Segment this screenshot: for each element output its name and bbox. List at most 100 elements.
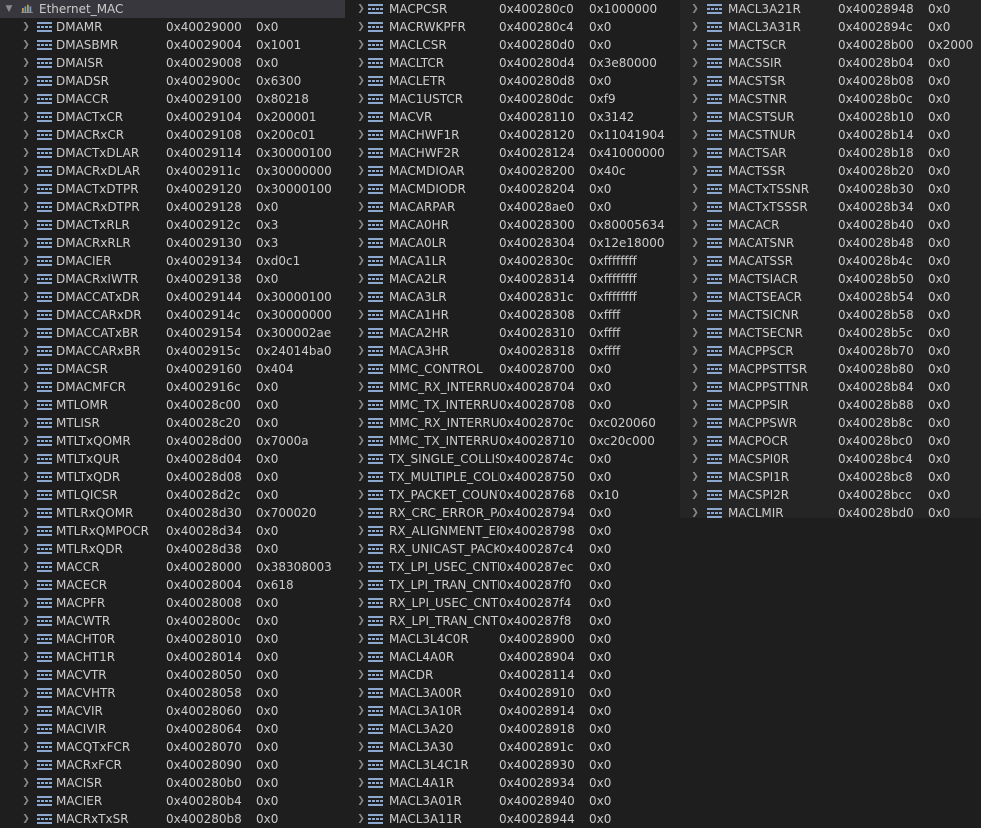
chevron-right-icon[interactable]: ❯ [356,162,366,180]
chevron-right-icon[interactable]: ❯ [356,36,366,54]
chevron-right-icon[interactable]: ❯ [356,738,366,756]
register-row[interactable]: ❯ DMACSR 0x40029160 0x404 [0,360,345,378]
chevron-right-icon[interactable]: ❯ [690,36,700,54]
chevron-right-icon[interactable]: ❯ [690,252,700,270]
chevron-right-icon[interactable]: ❯ [21,288,31,306]
chevron-right-icon[interactable]: ❯ [21,540,31,558]
chevron-right-icon[interactable]: ❯ [690,288,700,306]
chevron-right-icon[interactable]: ❯ [356,702,366,720]
register-row[interactable]: ❯ DMACRxCR 0x40029108 0x200c01 [0,126,345,144]
chevron-right-icon[interactable]: ❯ [356,810,366,828]
chevron-right-icon[interactable]: ❯ [356,432,366,450]
register-row[interactable]: ❯ MACLMIR 0x40028bd0 0x0 [680,504,981,522]
register-row[interactable]: ❯ MACTxTSSSR 0x40028b34 0x0 [680,198,981,216]
register-row[interactable]: ❯ MACSTNUR 0x40028b14 0x0 [680,126,981,144]
chevron-right-icon[interactable]: ❯ [21,684,31,702]
register-row[interactable]: ❯ MACPOCR 0x40028bc0 0x0 [680,432,981,450]
register-row[interactable]: ❯ DMACRxDLAR 0x4002911c 0x30000000 [0,162,345,180]
register-row[interactable]: ❯ MACPFR 0x40028008 0x0 [0,594,345,612]
chevron-right-icon[interactable]: ❯ [356,720,366,738]
register-row[interactable]: ❯ MACVHTR 0x40028058 0x0 [0,684,345,702]
register-row[interactable]: ❯ TX_LPI_TRAN_CNTR 0x400287f0 0x0 [345,576,680,594]
register-row[interactable]: ❯ MACSTSUR 0x40028b10 0x0 [680,108,981,126]
chevron-right-icon[interactable]: ❯ [690,324,700,342]
register-row[interactable]: ❯ MACL3A31R 0x4002894c 0x0 [680,18,981,36]
register-row[interactable]: ❯ MTLQICSR 0x40028d2c 0x0 [0,486,345,504]
register-row[interactable]: ❯ MACA0HR 0x40028300 0x80005634 [345,216,680,234]
chevron-right-icon[interactable]: ❯ [21,792,31,810]
chevron-right-icon[interactable]: ❯ [356,522,366,540]
register-row[interactable]: ❯ TX_SINGLE_COLLISI 0x4002874c 0x0 [345,450,680,468]
register-row[interactable]: ❯ DMACRxRLR 0x40029130 0x3 [0,234,345,252]
chevron-right-icon[interactable]: ❯ [21,612,31,630]
register-row[interactable]: ❯ MACRWKPFR 0x400280c4 0x0 [345,18,680,36]
register-row[interactable]: ❯ RX_ALIGNMENT_ERI 0x40028798 0x0 [345,522,680,540]
chevron-right-icon[interactable]: ❯ [21,198,31,216]
register-row[interactable]: ❯ MACL3A21R 0x40028948 0x0 [680,0,981,18]
chevron-right-icon[interactable]: ❯ [690,360,700,378]
register-row[interactable]: ❯ DMACCARxBR 0x4002915c 0x24014ba0 [0,342,345,360]
register-row[interactable]: ❯ RX_LPI_TRAN_CNTR 0x400287f8 0x0 [345,612,680,630]
register-row[interactable]: ❯ RX_CRC_ERROR_PAC0x40028794 0x0 [345,504,680,522]
register-row[interactable]: ❯ MACTSAR 0x40028b18 0x0 [680,144,981,162]
register-row[interactable]: ❯ DMACTxDTPR 0x40029120 0x30000100 [0,180,345,198]
register-row[interactable]: ❯ MACA3HR 0x40028318 0xffff [345,342,680,360]
register-row[interactable]: ❯ MACPPSIR 0x40028b88 0x0 [680,396,981,414]
chevron-right-icon[interactable]: ❯ [21,594,31,612]
chevron-right-icon[interactable]: ❯ [356,684,366,702]
chevron-right-icon[interactable]: ❯ [356,396,366,414]
register-row[interactable]: ❯ MACA2LR 0x40028314 0xffffffff [345,270,680,288]
chevron-right-icon[interactable]: ❯ [21,342,31,360]
register-row[interactable]: ❯ MACHWF1R 0x40028120 0x11041904 [345,126,680,144]
chevron-right-icon[interactable]: ❯ [690,342,700,360]
register-row[interactable]: ❯ MACTSSR 0x40028b20 0x0 [680,162,981,180]
register-row[interactable]: ❯ MACVIR 0x40028060 0x0 [0,702,345,720]
chevron-right-icon[interactable]: ❯ [356,594,366,612]
register-row[interactable]: ❯ MACPPSCR 0x40028b70 0x0 [680,342,981,360]
register-row[interactable]: ❯ MACVTR 0x40028050 0x0 [0,666,345,684]
chevron-right-icon[interactable]: ❯ [356,108,366,126]
register-row[interactable]: ❯ MACDR 0x40028114 0x0 [345,666,680,684]
register-row[interactable]: ❯ RX_UNICAST_PACKE 0x400287c4 0x0 [345,540,680,558]
chevron-right-icon[interactable]: ❯ [21,396,31,414]
register-row[interactable]: ❯ MACSTSR 0x40028b08 0x0 [680,72,981,90]
register-row[interactable]: ❯ MTLRxQDR 0x40028d38 0x0 [0,540,345,558]
register-row[interactable]: ❯ MACHT1R 0x40028014 0x0 [0,648,345,666]
register-row[interactable]: ❯ MACA2HR 0x40028310 0xffff [345,324,680,342]
chevron-right-icon[interactable]: ❯ [21,126,31,144]
chevron-right-icon[interactable]: ❯ [690,144,700,162]
chevron-right-icon[interactable]: ❯ [356,216,366,234]
register-row[interactable]: ❯ MACSPI0R 0x40028bc4 0x0 [680,450,981,468]
chevron-right-icon[interactable]: ❯ [21,486,31,504]
chevron-right-icon[interactable]: ❯ [356,288,366,306]
register-row[interactable]: ❯ MTLTxQDR 0x40028d08 0x0 [0,468,345,486]
register-row[interactable]: ❯ MACL3A10R 0x40028914 0x0 [345,702,680,720]
chevron-right-icon[interactable]: ❯ [21,432,31,450]
register-row[interactable]: ❯ MACATSNR 0x40028b48 0x0 [680,234,981,252]
chevron-right-icon[interactable]: ❯ [21,18,31,36]
register-row[interactable]: ❯ MMC_RX_INTERRUP 0x40028704 0x0 [345,378,680,396]
chevron-right-icon[interactable]: ❯ [356,360,366,378]
register-row[interactable]: ❯ MMC_CONTROL 0x40028700 0x0 [345,360,680,378]
chevron-right-icon[interactable]: ❯ [690,126,700,144]
chevron-right-icon[interactable]: ❯ [21,378,31,396]
register-row[interactable]: ❯ DMACTxCR 0x40029104 0x200001 [0,108,345,126]
register-row[interactable]: ❯ DMACTxDLAR 0x40029114 0x30000100 [0,144,345,162]
chevron-right-icon[interactable]: ❯ [690,18,700,36]
chevron-right-icon[interactable]: ❯ [356,756,366,774]
register-row[interactable]: ❯ MACACR 0x40028b40 0x0 [680,216,981,234]
chevron-right-icon[interactable]: ❯ [356,252,366,270]
register-row[interactable]: ❯ MACL3A00R 0x40028910 0x0 [345,684,680,702]
register-row[interactable]: ❯ MACWTR 0x4002800c 0x0 [0,612,345,630]
register-row[interactable]: ❯ MTLTxQOMR 0x40028d00 0x7000a [0,432,345,450]
register-row[interactable]: ❯ MTLTxQUR 0x40028d04 0x0 [0,450,345,468]
register-row[interactable]: ❯ MACL3L4C0R 0x40028900 0x0 [345,630,680,648]
chevron-right-icon[interactable]: ❯ [21,648,31,666]
register-row[interactable]: ❯ MACA3LR 0x4002831c 0xffffffff [345,288,680,306]
register-row[interactable]: ❯ MACATSSR 0x40028b4c 0x0 [680,252,981,270]
register-row[interactable]: ❯ MACTxTSSNR 0x40028b30 0x0 [680,180,981,198]
chevron-right-icon[interactable]: ❯ [356,324,366,342]
chevron-right-icon[interactable]: ❯ [356,774,366,792]
chevron-right-icon[interactable]: ❯ [690,108,700,126]
register-row[interactable]: ❯ MACISR 0x400280b0 0x0 [0,774,345,792]
